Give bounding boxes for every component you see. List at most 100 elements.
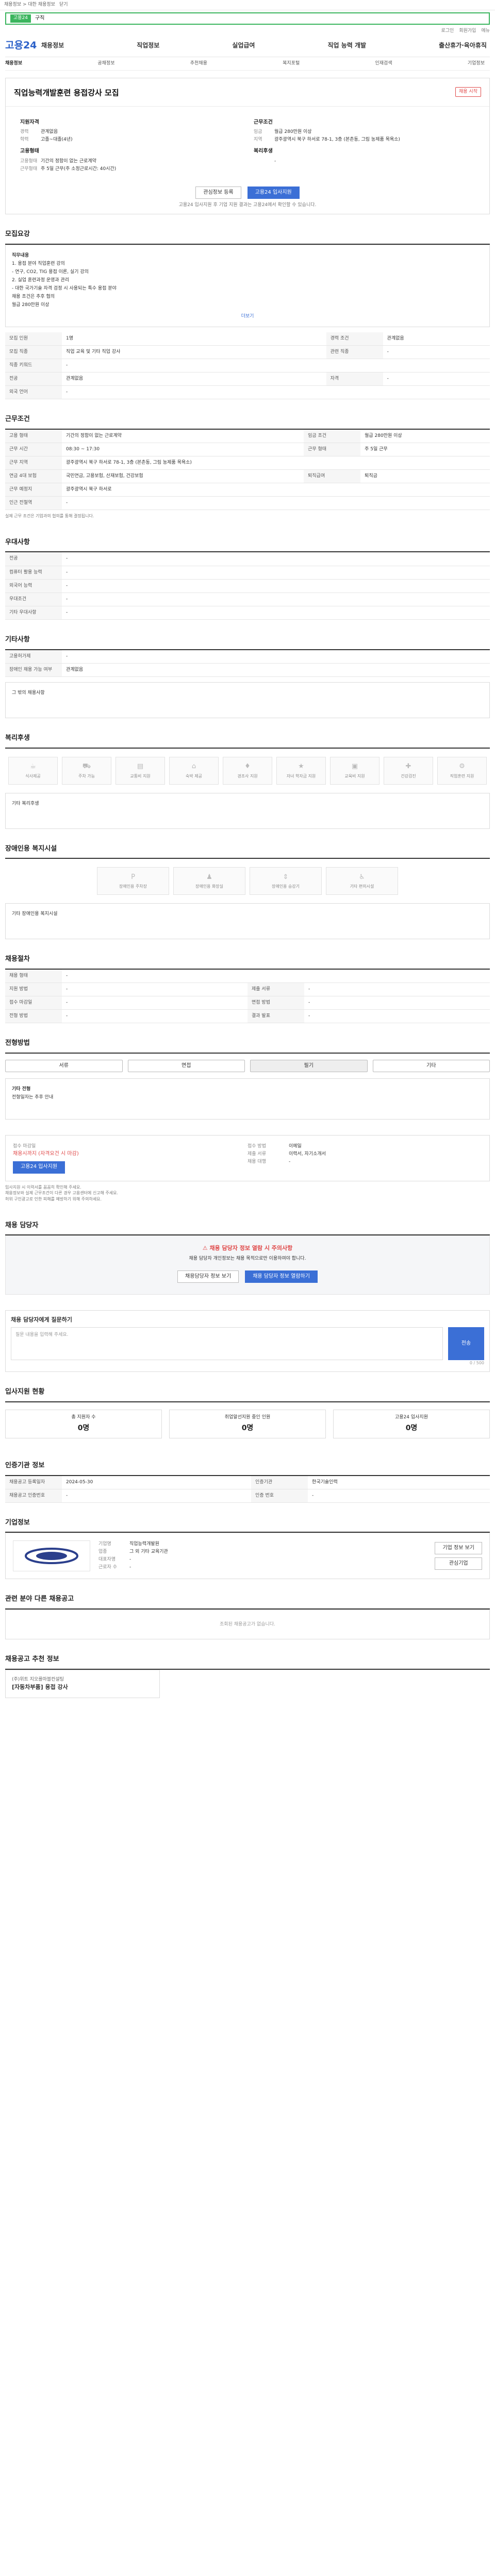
login-link[interactable]: 로그인 xyxy=(441,28,454,35)
question-input[interactable]: 질문 내용을 입력해 주세요. xyxy=(11,1327,443,1361)
company-info-button[interactable]: 기업 정보 보기 xyxy=(435,1542,482,1555)
contact-warning-text: 채용 담당자 정보 열람 시 주의사항 xyxy=(209,1245,293,1252)
meal-icon: ☕ xyxy=(30,762,36,770)
td: 1명 xyxy=(62,332,326,346)
apply-notes: 입사지원 시 이력서를 꼼꼼히 확인해 주세요. 채용정보와 실제 근무조건이 … xyxy=(5,1181,490,1206)
disability-item: P 장애인용 주차장 xyxy=(97,867,169,895)
table-row: 직종 키워드 - xyxy=(5,359,490,372)
recommend-job: [자동차부품] 용접 강사 xyxy=(12,1684,68,1691)
td: 직업 교육 및 기타 직업 강사 xyxy=(62,345,326,359)
contact-view-button[interactable]: 채용담당자 정보 보기 xyxy=(177,1270,239,1283)
char-count: 0 / 500 xyxy=(469,1361,484,1366)
summary-col-right: 근무조건 임금 월급 280만원 이상 지역 광주광역시 북구 하서로 78-1, … xyxy=(248,115,481,173)
th: 인증기관 xyxy=(251,1476,308,1489)
section-selection: 전형방법 서류 면접 필기 기타 기타 전형 전형일자는 추후 안내 xyxy=(5,1039,490,1120)
signup-link[interactable]: 회원가입 xyxy=(459,28,476,35)
desc-line: 직무내용 xyxy=(12,252,29,258)
th: 근무 형태 xyxy=(304,443,361,456)
recommend-company: (주)위트 지오를마블컨설팅 xyxy=(12,1677,64,1683)
section-question: 채용 담당자에게 질문하기 질문 내용을 입력해 주세요. 전송 0 / 500 xyxy=(5,1310,490,1372)
td: - xyxy=(308,1489,490,1503)
company-logo xyxy=(13,1540,90,1572)
val: 월급 280만원 이상 xyxy=(274,129,312,135)
th: 고용 형태 xyxy=(5,429,62,443)
val: 이메일 xyxy=(289,1144,302,1149)
sub-nav-item[interactable]: 인재검색 xyxy=(375,60,392,67)
disability-item: ♟ 장애인용 화장실 xyxy=(173,867,245,895)
key: 제출 서류 xyxy=(248,1151,266,1157)
summary-actions: 관심정보 등록 고용24 입사지원 xyxy=(6,181,489,202)
tab-interview[interactable]: 면접 xyxy=(127,1060,245,1073)
val: 그 외 기타 교육기관 xyxy=(129,1549,168,1555)
disability-label: 장애인용 주차장 xyxy=(119,884,147,889)
etc-table: 고용허가제 - 장애인 채용 가능 여부 관계없음 xyxy=(5,650,490,677)
welfare-label: 자녀 학자금 지원 xyxy=(286,773,316,778)
section-contact: 채용 담당자 ⚠ 채용 담당자 정보 열람 시 주의사항 채용 담당자 개인정보… xyxy=(5,1221,490,1295)
menu-link[interactable]: 메뉴 xyxy=(481,28,490,35)
menu-item[interactable]: 출산휴가·육아휴직 xyxy=(439,41,487,50)
apply-row: 접수 마감일 xyxy=(13,1143,248,1150)
td: 관계없음 xyxy=(62,663,490,677)
company-row: 근로자 수 - xyxy=(98,1564,426,1571)
welfare-item: ★ 자녀 학자금 지원 xyxy=(276,756,326,785)
sub-nav-item[interactable]: 복지포털 xyxy=(283,60,300,67)
tab-other[interactable]: 기타 xyxy=(372,1060,490,1073)
td: 월급 280만원 이상 xyxy=(360,429,490,443)
url-tag: 고용24 xyxy=(10,14,31,23)
contact-open-button[interactable]: 채용 담당자 정보 열람하기 xyxy=(245,1270,318,1283)
key: 접수 방법 xyxy=(248,1144,266,1149)
td: 광주광역시 북구 하서로 78-1, 3층 (본촌동, 그림 농제품 목욕소) xyxy=(62,456,490,470)
section-process: 채용절차 채용 형태 - 지원 방법 - 제출 서류 - 접수 마감일 - 면접 방법 - 전… xyxy=(5,955,490,1024)
process-table: 채용 형태 - 지원 방법 - 제출 서류 - 접수 마감일 - 면접 방법 - 전형 방법 -… xyxy=(5,970,490,1024)
more-link[interactable]: 더보기 xyxy=(12,312,483,320)
val: 광주광역시 북구 하서로 78-1, 3층 (본촌동, 그림 농제품 목욕소) xyxy=(274,137,400,143)
th: 채용 형태 xyxy=(5,970,62,984)
tab-close[interactable]: 닫기 xyxy=(59,2,68,8)
th: 임금 조건 xyxy=(304,429,361,443)
url-bar[interactable]: 고용24 구직 xyxy=(5,12,490,25)
apply-button-2[interactable]: 고용24 입사지원 xyxy=(13,1161,65,1174)
url-text[interactable]: 구직 xyxy=(35,15,44,23)
site-logo[interactable]: 고용24 xyxy=(5,39,41,53)
recommend-card[interactable]: (주)위트 지오를마블컨설팅 [자동차부품] 용접 강사 xyxy=(5,1670,160,1699)
tab-document[interactable]: 서류 xyxy=(5,1060,123,1073)
th: 직종 키워드 xyxy=(5,359,62,372)
section-conditions: 근무조건 고용 형태 기간의 정함이 없는 근로계약 임금 조건 월급 280만원 이… xyxy=(5,415,490,522)
val: - xyxy=(129,1565,131,1570)
th: 면접 방법 xyxy=(248,996,304,1010)
menu-item[interactable]: 채용정보 xyxy=(41,41,64,50)
val: - xyxy=(274,158,276,164)
contact-actions: 채용담당자 정보 보기 채용 담당자 정보 열람하기 xyxy=(14,1265,481,1286)
question-send-button[interactable]: 전송 xyxy=(448,1327,484,1361)
th: 지원 방법 xyxy=(5,982,62,997)
company-fav-button[interactable]: 관심기업 xyxy=(435,1557,482,1570)
apply-col-left: 접수 마감일 채용시까지 (자격요건 시 마감) 고용24 입사지원 xyxy=(13,1143,248,1174)
save-button[interactable]: 관심정보 등록 xyxy=(195,186,241,199)
td: 08:30 ~ 17:30 xyxy=(62,443,304,456)
tab-title[interactable]: 채용정보 > 대한 채용정보 xyxy=(4,2,55,8)
th: 고용허가제 xyxy=(5,650,62,664)
menu-item[interactable]: 직업 능력 개발 xyxy=(327,41,366,50)
th: 접수 마감일 xyxy=(5,996,62,1010)
apply-button[interactable]: 고용24 입사지원 xyxy=(247,186,300,199)
card-value: 0명 xyxy=(241,1424,254,1433)
sub-nav-item[interactable]: 공채정보 xyxy=(97,60,114,67)
desc-line: - 연구, CO2, TIG 용접 이론, 실기 강의 xyxy=(12,269,89,275)
val: 기간의 정함이 없는 근로계약 xyxy=(41,158,96,164)
td: - xyxy=(62,982,248,997)
book-icon: ▣ xyxy=(351,762,358,770)
menu-item[interactable]: 직업정보 xyxy=(137,41,159,50)
sub-nav-item[interactable]: 추천채용 xyxy=(190,60,207,67)
table-row: 모집 직종 직업 교육 및 기타 직업 강사 관련 직종 - xyxy=(5,345,490,359)
summary-heading: 고용형태 xyxy=(20,148,39,155)
apply-row: 접수 방법 이메일 xyxy=(248,1143,482,1150)
th: 장애인 채용 가능 여부 xyxy=(5,663,62,677)
sub-nav-home[interactable]: 채용정보 xyxy=(5,60,22,67)
apply-row: 채용 대행 - xyxy=(248,1158,482,1166)
menu-item[interactable]: 실업급여 xyxy=(232,41,255,50)
val: 주 5일 근무(주 소정근로시간: 40시간) xyxy=(41,166,117,172)
sub-nav-item[interactable]: 기업정보 xyxy=(468,60,485,67)
tab-written[interactable]: 필기 xyxy=(250,1060,368,1073)
gift-icon: ♦ xyxy=(244,762,251,770)
table-row: 전공 - xyxy=(5,552,490,566)
